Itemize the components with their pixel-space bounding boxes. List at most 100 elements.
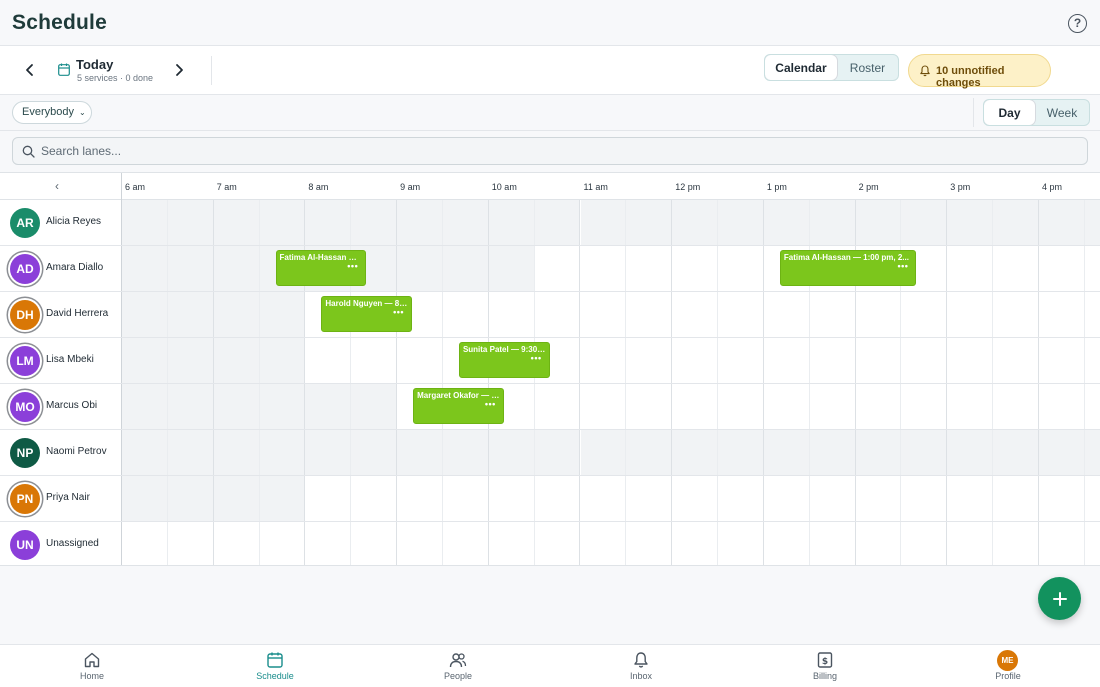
time-slot[interactable] [535,476,581,521]
time-slot[interactable] [443,476,489,521]
time-slot[interactable] [213,384,260,429]
lane-label[interactable]: LM Lisa Mbeki [0,338,121,383]
lane-label[interactable]: NP Naomi Petrov [0,430,121,475]
time-slot[interactable] [213,292,260,337]
time-slot[interactable] [534,200,581,245]
time-slot[interactable] [810,338,856,383]
nav-inbox[interactable]: Inbox [581,645,701,687]
tab-week[interactable]: Week [1035,100,1089,125]
time-slot[interactable] [809,200,856,245]
time-slot[interactable] [213,476,260,521]
time-slot[interactable] [718,384,764,429]
time-slot[interactable] [672,384,719,429]
time-slot[interactable] [626,522,673,565]
time-slot[interactable] [763,430,810,475]
time-slot[interactable] [901,430,948,475]
tab-roster[interactable]: Roster [837,55,898,80]
time-slot[interactable] [1084,430,1100,475]
time-slot[interactable] [947,246,994,291]
lane-label[interactable]: AR Alicia Reyes [0,200,121,245]
time-slot[interactable] [672,200,719,245]
time-slot[interactable] [993,384,1039,429]
time-slot[interactable] [672,246,719,291]
more-options-icon[interactable]: ••• [347,261,358,271]
time-slot[interactable] [718,430,764,475]
lane-timeline[interactable] [122,384,1100,429]
time-slot[interactable] [397,476,443,521]
time-slot[interactable] [581,292,627,337]
appointment-block[interactable]: Harold Nguyen — 8:00 am••• [321,296,413,332]
time-slot[interactable] [856,338,902,383]
time-slot[interactable] [534,430,581,475]
time-slot[interactable] [581,246,627,291]
time-slot[interactable] [581,476,627,521]
time-slot[interactable] [993,246,1039,291]
chevron-right-icon[interactable] [170,61,188,79]
time-slot[interactable] [213,338,260,383]
time-slot[interactable] [672,476,719,521]
time-slot[interactable] [672,338,719,383]
time-slot[interactable] [259,384,306,429]
time-slot[interactable] [718,292,764,337]
time-slot[interactable] [993,476,1039,521]
time-slot[interactable] [488,200,535,245]
time-slot[interactable] [351,476,398,521]
time-slot[interactable] [397,200,443,245]
time-slot[interactable] [122,384,168,429]
time-slot[interactable] [993,292,1039,337]
question-circle-icon[interactable]: ? [1068,14,1087,33]
who-filter-dropdown[interactable]: Everybody ⌄ [12,101,92,124]
time-slot[interactable] [122,430,168,475]
appointment-block[interactable]: Fatima Al-Hassan — 1:00 pm, 2... ••• [779,250,917,286]
time-slot[interactable] [122,292,168,337]
time-slot[interactable] [947,522,994,565]
more-options-icon[interactable]: ••• [531,353,542,363]
time-slot[interactable] [351,338,398,383]
tab-day[interactable]: Day [984,100,1035,125]
time-slot[interactable] [581,384,627,429]
time-slot[interactable] [443,292,489,337]
collapse-lanes-button[interactable]: ‹ [55,179,59,193]
time-slot[interactable] [718,246,764,291]
time-slot[interactable] [122,200,168,245]
time-slot[interactable] [1039,476,1085,521]
time-slot[interactable] [901,384,948,429]
time-slot[interactable] [672,430,719,475]
time-slot[interactable] [488,246,535,291]
time-slot[interactable] [626,292,673,337]
appointment-block[interactable]: Sunita Patel — 9:30 am ••• [458,342,550,378]
time-slot[interactable] [535,384,581,429]
time-slot[interactable] [351,200,398,245]
time-slot[interactable] [856,522,902,565]
time-slot[interactable] [489,292,535,337]
time-slot[interactable] [764,522,810,565]
time-slot[interactable] [1085,246,1100,291]
time-slot[interactable] [535,246,581,291]
time-slot[interactable] [122,338,168,383]
time-slot[interactable] [947,384,994,429]
time-slot[interactable] [993,338,1039,383]
time-slot[interactable] [351,384,398,429]
time-slot[interactable] [901,338,948,383]
time-slot[interactable] [213,246,260,291]
time-slot[interactable] [580,200,627,245]
time-slot[interactable] [901,200,948,245]
time-slot[interactable] [1039,522,1085,565]
lane-timeline[interactable] [122,200,1100,245]
time-slot[interactable] [580,430,627,475]
time-slot[interactable] [305,430,352,475]
time-slot[interactable] [489,476,535,521]
time-slot[interactable] [901,522,948,565]
nav-profile[interactable]: ME Profile [948,645,1068,687]
time-slot[interactable] [947,430,994,475]
time-slot[interactable] [626,200,673,245]
time-slot[interactable] [855,200,902,245]
time-slot[interactable] [214,522,260,565]
time-slot[interactable] [305,200,352,245]
time-slot[interactable] [581,522,627,565]
time-slot[interactable] [260,522,306,565]
time-slot[interactable] [167,476,214,521]
time-slot[interactable] [167,430,214,475]
more-options-icon[interactable]: ••• [897,261,908,271]
time-slot[interactable] [168,522,214,565]
